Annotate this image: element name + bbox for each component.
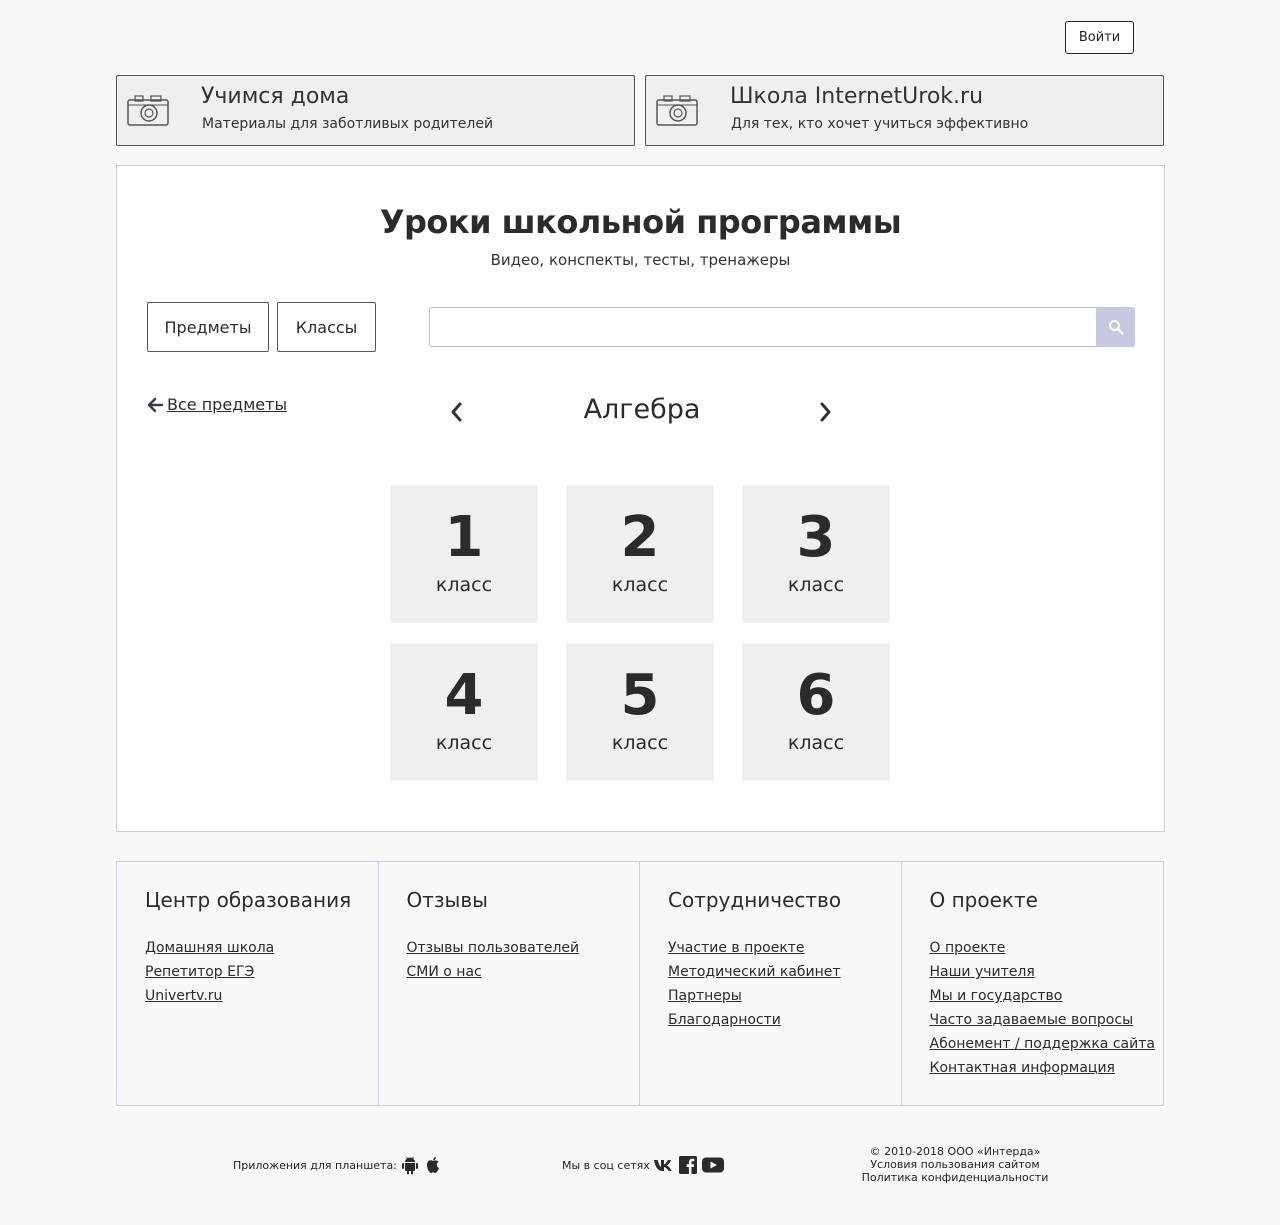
copyright-text: © 2010-2018 ООО «Интерда»	[869, 1145, 1041, 1158]
footer-link[interactable]: Мы и государство	[930, 984, 1155, 1008]
grade-number: 3	[796, 505, 836, 570]
footer-heading: Отзывы	[406, 888, 488, 912]
subject-title: Алгебра	[583, 394, 701, 425]
apple-icon[interactable]	[423, 1155, 443, 1175]
footer-link[interactable]: Отзывы пользователей	[407, 936, 580, 960]
grade-number: 2	[620, 505, 660, 570]
footer-link[interactable]: Партнеры	[668, 984, 841, 1008]
tablet-apps: Приложения для планшета:	[233, 1155, 443, 1175]
footer-link[interactable]: Участие в проекте	[668, 936, 841, 960]
page-title: Уроки школьной программы	[379, 203, 902, 241]
tab-subjects[interactable]: Предметы	[147, 302, 269, 352]
vk-icon[interactable]	[653, 1155, 675, 1175]
promo-title: Школа InternetUrok.ru	[730, 84, 984, 109]
youtube-icon[interactable]	[701, 1155, 725, 1175]
promo-subtitle: Материалы для заботливых родителей	[202, 116, 494, 132]
footer-link[interactable]: СМИ о нас	[407, 960, 580, 984]
all-subjects-label: Все предметы	[167, 395, 288, 414]
terms-link[interactable]: Условия пользования сайтом	[855, 1158, 1055, 1171]
promo-title: Учимся дома	[201, 84, 350, 109]
grade-label: класс	[611, 574, 669, 596]
footer-link[interactable]: Методический кабинет	[668, 960, 841, 984]
footer-heading: О проекте	[929, 888, 1038, 912]
footer-link[interactable]: Репетитор ЕГЭ	[145, 960, 274, 984]
social-label: Мы в соц сетях	[562, 1158, 650, 1172]
apps-label: Приложения для планшета:	[233, 1158, 397, 1172]
grade-label: класс	[435, 574, 493, 596]
grade-label: класс	[435, 732, 493, 754]
all-subjects-link[interactable]: Все предметы	[147, 395, 287, 414]
grade-tile-4[interactable]: 4 класс	[390, 643, 538, 781]
chevron-right-icon	[820, 402, 831, 422]
footer-link[interactable]: Univertv.ru	[145, 984, 274, 1008]
footer-column-cooperation: Сотрудничество Участие в проекте Методич…	[640, 862, 902, 1105]
footer-link[interactable]: О проекте	[930, 936, 1155, 960]
grade-tile-6[interactable]: 6 класс	[742, 643, 890, 781]
grade-tile-1[interactable]: 1 класс	[390, 485, 538, 623]
grade-number: 6	[796, 663, 836, 728]
footer-column-education: Центр образования Домашняя школа Репетит…	[117, 862, 379, 1105]
footer-column-reviews: Отзывы Отзывы пользователей СМИ о нас	[379, 862, 640, 1105]
grade-number: 5	[620, 663, 660, 728]
footer-link[interactable]: Наши учителя	[930, 960, 1155, 984]
search-button[interactable]	[1096, 307, 1135, 347]
page-subtitle: Видео, конспекты, тесты, тренажеры	[490, 251, 791, 269]
grade-tile-5[interactable]: 5 класс	[566, 643, 714, 781]
grade-label: класс	[787, 574, 845, 596]
footer-column-about: О проекте О проекте Наши учителя Мы и го…	[902, 862, 1164, 1105]
promo-internet-school[interactable]: Школа InternetUrok.ru Для тех, кто хочет…	[645, 75, 1164, 146]
chevron-left-icon	[451, 402, 462, 422]
footer-link[interactable]: Домашняя школа	[145, 936, 274, 960]
grade-label: класс	[611, 732, 669, 754]
prev-subject-button[interactable]	[446, 400, 466, 424]
footer-heading: Центр образования	[145, 888, 352, 912]
arrow-left-icon	[147, 397, 163, 412]
search-input[interactable]	[429, 307, 1096, 347]
camera-icon	[656, 95, 698, 126]
footer-heading: Сотрудничество	[668, 888, 842, 912]
android-icon[interactable]	[400, 1155, 420, 1175]
footer-link[interactable]: Контактная информация	[930, 1056, 1155, 1080]
copyright-block: © 2010-2018 ООО «Интерда» Условия пользо…	[855, 1145, 1055, 1184]
next-subject-button[interactable]	[816, 400, 836, 424]
promo-home-learning[interactable]: Учимся дома Материалы для заботливых род…	[116, 75, 635, 146]
footer-link[interactable]: Часто задаваемые вопросы	[930, 1008, 1155, 1032]
social-links: Мы в соц сетях	[562, 1155, 725, 1175]
grade-tile-2[interactable]: 2 класс	[566, 485, 714, 623]
camera-icon	[127, 95, 169, 126]
footer-links: Центр образования Домашняя школа Репетит…	[116, 861, 1164, 1106]
grade-tile-3[interactable]: 3 класс	[742, 485, 890, 623]
lessons-panel: Уроки школьной программы Видео, конспект…	[116, 165, 1165, 832]
search-icon	[1108, 320, 1124, 335]
grade-number: 1	[444, 505, 484, 570]
grade-number: 4	[444, 663, 484, 728]
facebook-icon[interactable]	[678, 1155, 698, 1175]
tab-classes[interactable]: Классы	[277, 302, 376, 352]
login-button[interactable]: Войти	[1065, 21, 1134, 54]
grade-label: класс	[787, 732, 845, 754]
privacy-link[interactable]: Политика конфиденциальности	[855, 1171, 1055, 1184]
footer-link[interactable]: Благодарности	[668, 1008, 841, 1032]
footer-link[interactable]: Абонемент / поддержка сайта	[930, 1032, 1155, 1056]
promo-subtitle: Для тех, кто хочет учиться эффективно	[731, 116, 1029, 132]
